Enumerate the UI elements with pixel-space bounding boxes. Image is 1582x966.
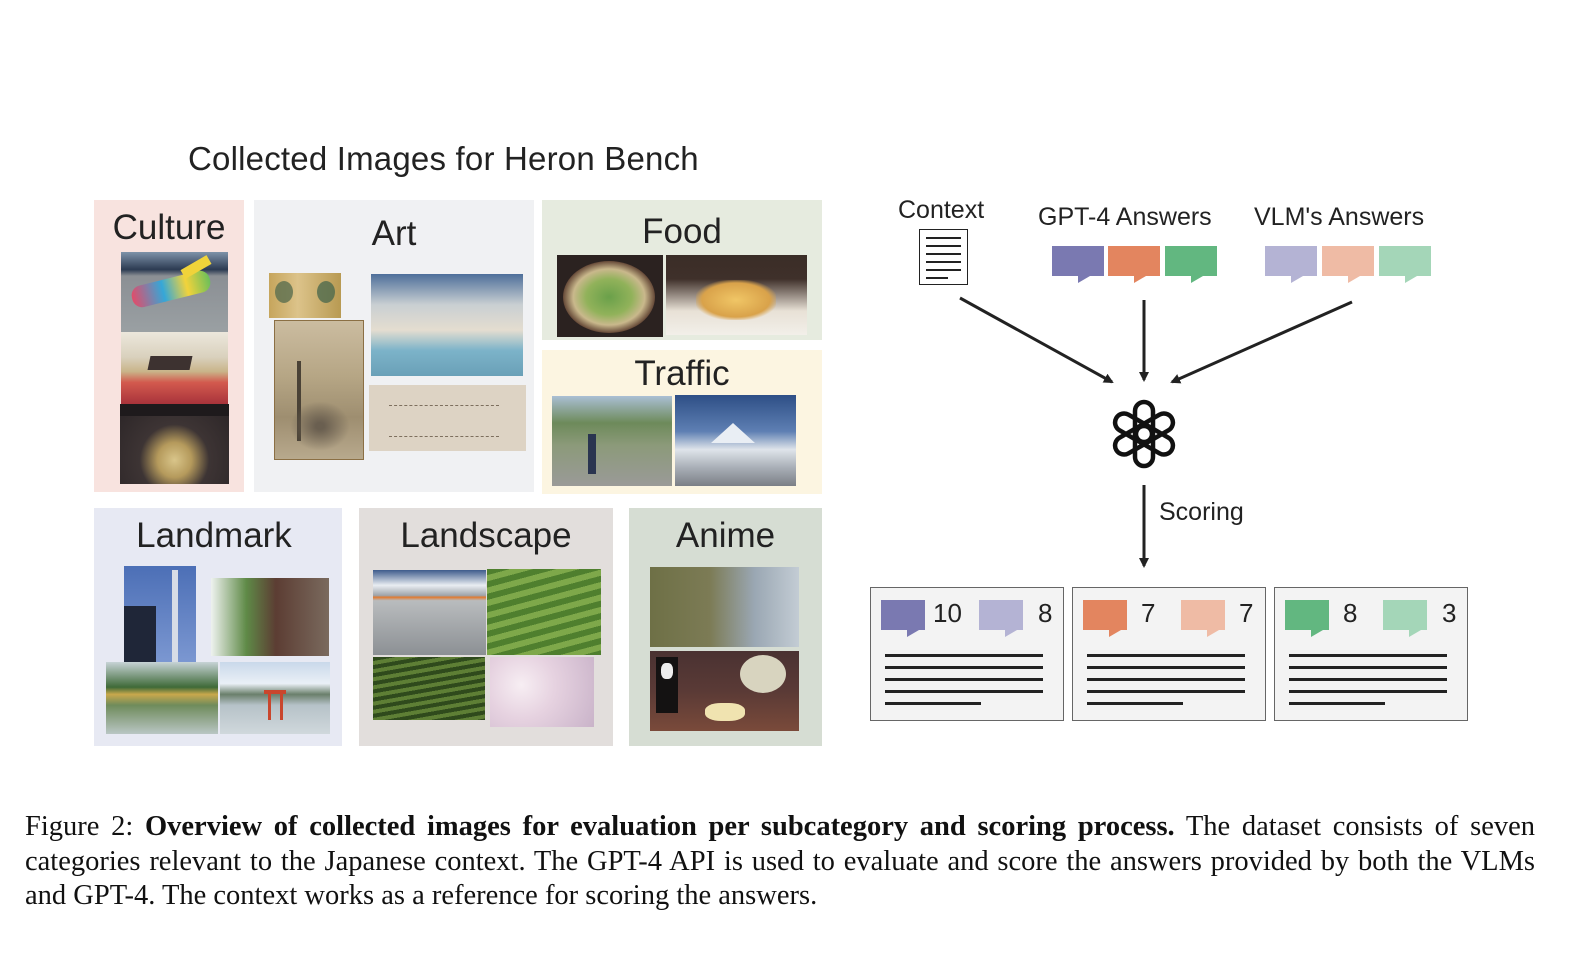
text-line	[885, 654, 1043, 657]
text-line	[885, 690, 1043, 693]
text-line	[885, 666, 1043, 669]
gpt4-answer-bubble-icon	[881, 600, 925, 637]
text-line	[1087, 654, 1245, 657]
text-line	[1289, 702, 1385, 705]
vlm-answer-bubble-icon	[1383, 600, 1427, 637]
caption-prefix: Figure 2:	[25, 811, 145, 842]
vlm-answer-bubble-icon	[1181, 600, 1225, 637]
text-line	[1289, 678, 1447, 681]
text-line	[885, 702, 981, 705]
text-line	[1289, 690, 1447, 693]
figure-caption: Figure 2: Overview of collected images f…	[25, 810, 1535, 914]
vlm-score: 7	[1239, 598, 1254, 628]
vlm-score: 3	[1442, 598, 1457, 628]
gpt4-score: 7	[1141, 598, 1156, 628]
arrow-context-to-scorer	[959, 296, 1114, 384]
gpt4-answer-bubble-icon	[1083, 600, 1127, 637]
caption-bold: Overview of collected images for evaluat…	[144, 811, 1175, 842]
score-card: 7 7	[1072, 587, 1266, 721]
score-card: 8 3	[1274, 587, 1468, 721]
arrow-vlm-to-scorer	[1170, 300, 1353, 384]
vlm-answer-bubble-icon	[979, 600, 1023, 637]
gpt4-score: 8	[1343, 598, 1358, 628]
gpt4-score: 10	[933, 598, 962, 628]
text-line	[1087, 690, 1245, 693]
openai-logo-icon	[1112, 399, 1176, 469]
score-card: 10 8	[870, 587, 1064, 721]
gpt4-answer-bubble-icon	[1285, 600, 1329, 637]
vlm-score: 8	[1038, 598, 1053, 628]
text-line	[1087, 666, 1245, 669]
text-line	[1087, 702, 1183, 705]
text-line	[1087, 678, 1245, 681]
text-line	[1289, 666, 1447, 669]
scoring-label: Scoring	[1159, 498, 1244, 526]
text-line	[885, 678, 1043, 681]
text-line	[1289, 654, 1447, 657]
